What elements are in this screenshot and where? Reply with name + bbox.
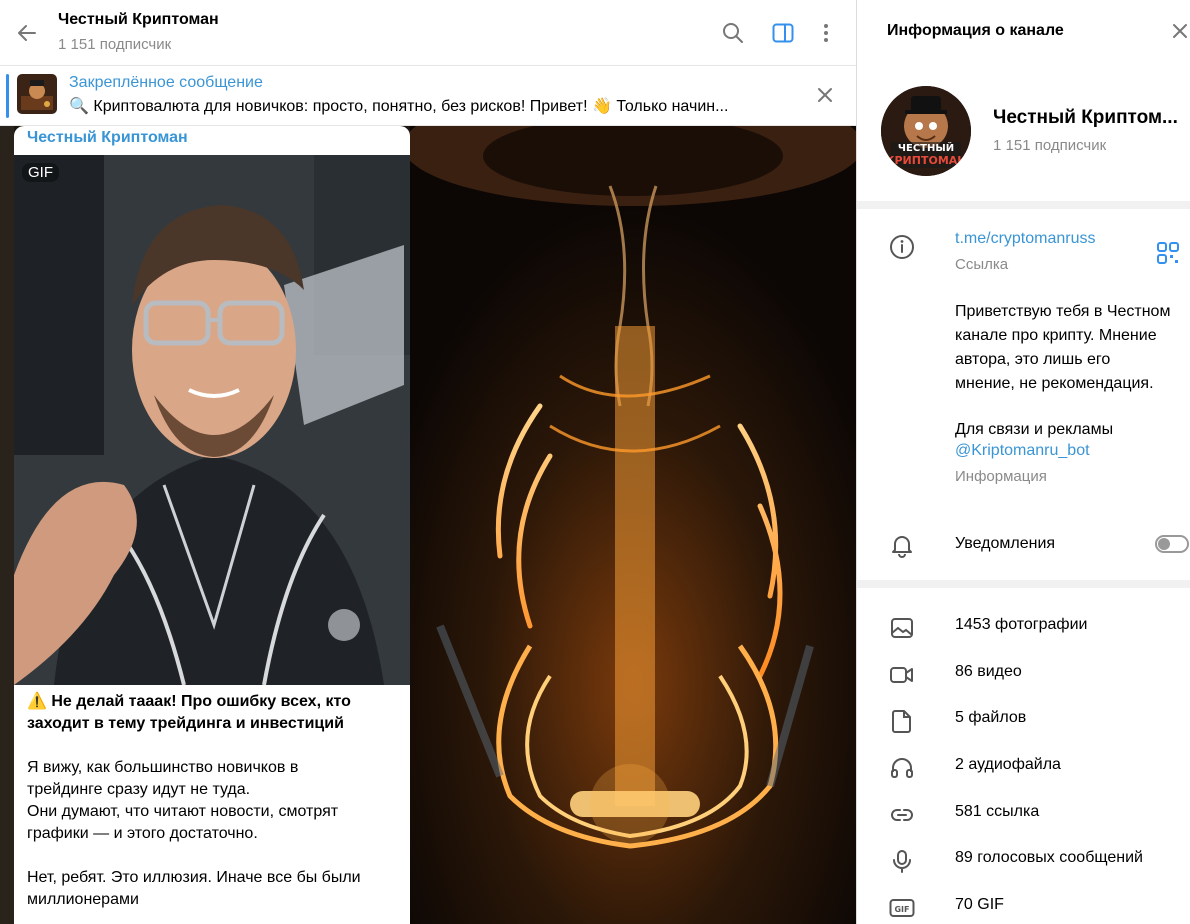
notifications-toggle[interactable] (1155, 535, 1189, 553)
pinned-title: Закреплённое сообщение (69, 74, 263, 91)
lightbulb-photo[interactable] (410, 126, 856, 924)
pinned-text: 🔍 Криптовалюта для новичков: просто, пон… (69, 98, 729, 115)
sidebar-toggle-icon[interactable] (770, 20, 796, 46)
gif-icon: GIF (889, 895, 915, 921)
message-para1-line3: Они думают, что читают новости, смотрят (27, 803, 339, 820)
search-icon[interactable] (720, 20, 746, 46)
media-row-links[interactable]: 581 ссылка (857, 792, 1190, 838)
media-label: 86 видео (955, 663, 1022, 680)
gif-badge: GIF (22, 163, 59, 182)
message-headline-line1: ⚠️ Не делай тааак! Про ошибку всех, кто (27, 693, 351, 710)
video-icon (889, 662, 915, 688)
media-label: 2 аудиофайла (955, 756, 1061, 773)
media-label: 89 голосовых сообщений (955, 849, 1143, 866)
channel-description: Приветствую тебя в Честном канале про кр… (955, 300, 1185, 396)
message-author[interactable]: Честный Криптоман (27, 129, 188, 147)
description-caption: Информация (955, 468, 1047, 485)
close-icon[interactable] (1169, 20, 1190, 42)
chat-background (0, 126, 14, 924)
media-label: 1453 фотографии (955, 616, 1088, 633)
channel-name: Честный Криптом... (993, 107, 1178, 128)
chat-header: Честный Криптоман 1 151 подписчик (0, 0, 856, 66)
description-line1: Приветствую тебя в Честном (955, 303, 1171, 320)
chat-subscriber-count: 1 151 подписчик (58, 36, 172, 53)
message-para2-line2: миллионерами (27, 891, 139, 908)
channel-info-panel: Информация о канале ЧЕСТНЫЙ КРИПТОМАН Че… (856, 0, 1190, 924)
info-panel-title: Информация о канале (887, 22, 1064, 39)
qr-code-icon[interactable] (1155, 240, 1181, 266)
toggle-knob (1158, 538, 1170, 550)
channel-avatar[interactable]: ЧЕСТНЫЙ КРИПТОМАН (881, 86, 971, 176)
media-row-voice[interactable]: 89 голосовых сообщений (857, 838, 1190, 884)
back-arrow-icon[interactable] (14, 20, 40, 46)
pinned-message-bar[interactable]: Закреплённое сообщение 🔍 Криптовалюта дл… (0, 66, 856, 126)
avatar-text-line2: КРИПТОМАН (886, 154, 967, 167)
media-row-gifs[interactable]: GIF 70 GIF (857, 885, 1190, 924)
message-para1-line2: трейдинге сразу идут не туда. (27, 781, 251, 798)
svg-text:GIF: GIF (894, 905, 909, 914)
bell-icon (889, 532, 915, 558)
media-label: 5 файлов (955, 709, 1027, 726)
photo-icon (889, 615, 915, 641)
description-line4: мнение, не рекомендация. (955, 375, 1154, 392)
info-icon (889, 234, 915, 260)
avatar-text-line1: ЧЕСТНЫЙ (898, 141, 954, 154)
pinned-indicator (6, 74, 9, 118)
message-text: ⚠️ Не делай тааак! Про ошибку всех, кто … (27, 691, 402, 924)
contact-bot-link[interactable]: @Kriptomanru_bot (955, 442, 1090, 460)
pinned-thumbnail (17, 74, 57, 114)
more-options-icon[interactable] (813, 20, 839, 46)
message-para1-line4: графики — и этого достаточно. (27, 825, 258, 842)
channel-subscriber-count: 1 151 подписчик (993, 137, 1107, 154)
media-label: 581 ссылка (955, 803, 1040, 820)
message-gif[interactable]: GIF (14, 155, 410, 685)
notifications-label: Уведомления (955, 535, 1056, 552)
message-para2-line1: Нет, ребят. Это иллюзия. Иначе все бы бы… (27, 869, 361, 886)
message-para1-line1: Я вижу, как большинство новичков в (27, 759, 299, 776)
description-line3: автора, это лишь его (955, 351, 1111, 368)
link-caption: Ссылка (955, 256, 1009, 273)
media-row-photos[interactable]: 1453 фотографии (857, 605, 1190, 651)
channel-message[interactable]: Честный Криптоман GIF ⚠️ Не делай тааак!… (14, 126, 410, 924)
close-pinned-icon[interactable] (812, 82, 838, 108)
media-row-files[interactable]: 5 файлов (857, 698, 1190, 744)
description-line2: канале про крипту. Мнение (955, 327, 1157, 344)
channel-link[interactable]: t.me/cryptomanruss (955, 230, 1095, 248)
section-divider (857, 580, 1190, 588)
media-label: 70 GIF (955, 896, 1004, 913)
media-row-videos[interactable]: 86 видео (857, 652, 1190, 698)
section-divider (857, 201, 1190, 209)
message-headline-line2: заходит в тему трейдинга и инвестиций (27, 715, 344, 732)
contact-text: Для связи и рекламы (955, 421, 1114, 438)
chat-title[interactable]: Честный Криптоман (58, 11, 219, 29)
chat-panel: Честный Криптоман 1 151 подписчик Закреп… (0, 0, 856, 924)
microphone-icon (889, 848, 915, 874)
media-row-audio[interactable]: 2 аудиофайла (857, 745, 1190, 791)
file-icon (889, 708, 915, 734)
headphones-icon (889, 755, 915, 781)
link-icon (889, 802, 915, 828)
